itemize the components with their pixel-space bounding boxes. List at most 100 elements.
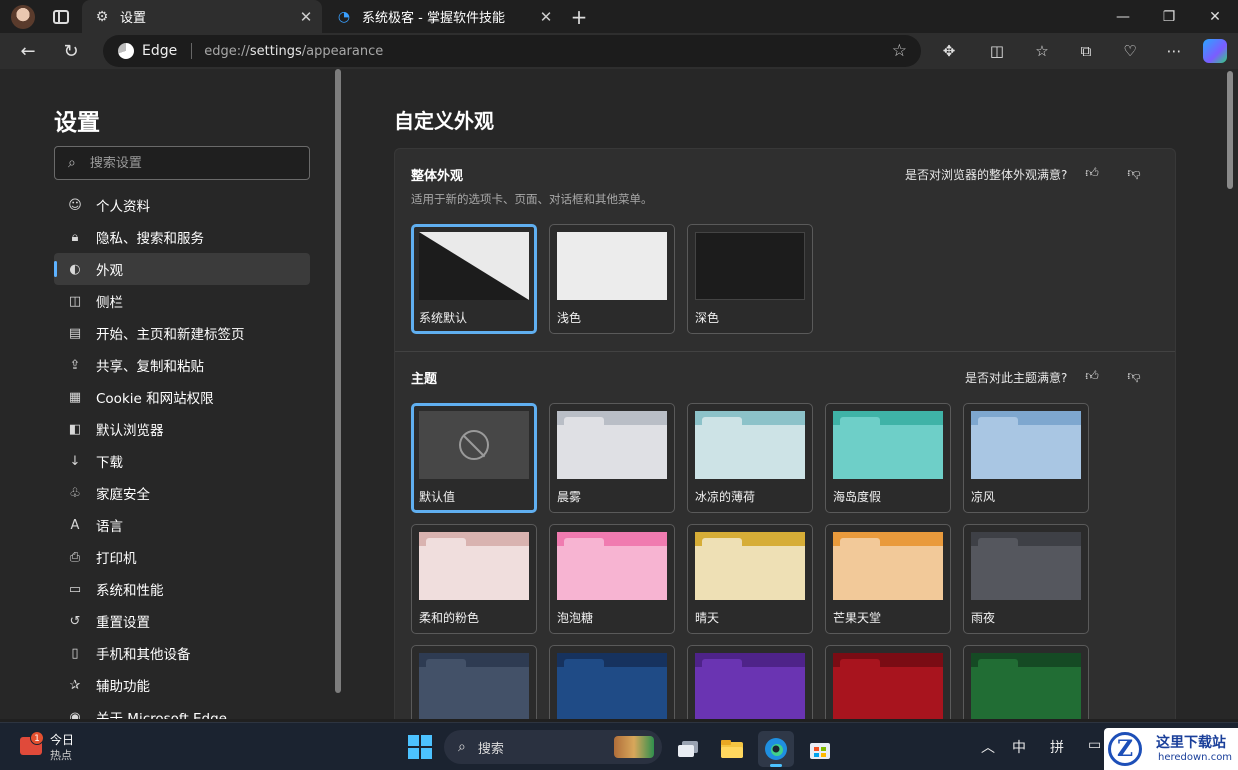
close-window-button[interactable]: ✕	[1192, 0, 1238, 33]
network-icon[interactable]: ▭	[1088, 737, 1101, 753]
system-icon: ▭	[68, 581, 82, 597]
theme-option[interactable]	[687, 645, 813, 719]
sidebar-item[interactable]: ⎙ 打印机	[54, 541, 310, 573]
theme-preview-tab	[978, 417, 1018, 427]
favorite-star-icon[interactable]: ☆	[892, 41, 907, 61]
input-mode-indicator[interactable]: 拼	[1050, 737, 1064, 757]
start-button[interactable]	[408, 735, 432, 759]
theme-option[interactable]: 雨夜	[963, 524, 1089, 634]
file-explorer-icon[interactable]	[714, 731, 750, 767]
minimize-button[interactable]: —	[1100, 0, 1146, 33]
theme-option[interactable]: 凉风	[963, 403, 1089, 513]
thumbs-down-icon[interactable]: 👎︎	[1123, 162, 1145, 184]
settings-sidebar: 设置 ⌕ ☺ 个人资料 🔒︎ 隐私、搜索和服务 ◐ 外观 ◫ 侧栏 ▤ 开始、主页和新建标签页 ⇪ 共…	[0, 69, 342, 719]
sidebar-item[interactable]: ◫ 侧栏	[54, 285, 310, 317]
theme-option[interactable]: 柔和的粉色	[411, 524, 537, 634]
theme-preview-body	[557, 667, 667, 719]
sidebar-item[interactable]: ☺ 个人资料	[54, 189, 310, 221]
sidebar-item-label: 侧栏	[96, 295, 123, 311]
theme-option[interactable]: 泡泡糖	[549, 524, 675, 634]
thumbs-down-icon[interactable]: 👎︎	[1123, 365, 1145, 387]
input-method-indicator[interactable]: 中	[1012, 737, 1026, 757]
sidebar-item-label: 辅助功能	[96, 679, 150, 695]
appearance-option-dark[interactable]: 深色	[687, 224, 813, 334]
tab-site[interactable]: ◔ 系统极客 - 掌握软件技能 ✕	[324, 0, 562, 33]
thumbs-up-icon[interactable]: 👍︎	[1081, 365, 1103, 387]
tab-actions-icon[interactable]	[53, 9, 69, 24]
back-button[interactable]: ←	[14, 37, 42, 65]
sidebar-item[interactable]: ↺ 重置设置	[54, 605, 310, 637]
sidebar-item[interactable]: ▤ 开始、主页和新建标签页	[54, 317, 310, 349]
sidebar-item[interactable]: 🔒︎ 隐私、搜索和服务	[54, 221, 310, 253]
scrollbar-thumb[interactable]	[335, 69, 341, 693]
theme-option[interactable]: 芒果天堂	[825, 524, 951, 634]
theme-preview-tab	[978, 659, 1018, 669]
favorites-icon[interactable]: ☆	[1028, 37, 1056, 65]
restore-button[interactable]: ❐	[1146, 0, 1192, 33]
sidebar-scrollbar[interactable]	[334, 69, 342, 693]
theme-option[interactable]: 冰凉的薄荷	[687, 403, 813, 513]
theme-option[interactable]	[963, 645, 1089, 719]
theme-option[interactable]: 晴天	[687, 524, 813, 634]
more-menu-icon[interactable]: ⋯	[1160, 37, 1188, 65]
sidebar-item[interactable]: ↓ 下载	[54, 445, 310, 477]
browser-essentials-icon[interactable]: ♡	[1116, 37, 1144, 65]
sidebar-item[interactable]: ⇪ 共享、复制和粘贴	[54, 349, 310, 381]
tab-settings[interactable]: ⚙ 设置 ✕	[82, 0, 322, 33]
sidebar-item[interactable]: ◉ 关于 Microsoft Edge	[54, 701, 310, 720]
theme-preview-body	[695, 667, 805, 719]
thumbs-up-icon[interactable]: 👍︎	[1081, 162, 1103, 184]
refresh-button[interactable]: ↻	[57, 37, 85, 65]
sidebar-item[interactable]: ▦ Cookie 和网站权限	[54, 381, 310, 413]
sidebar-item-label: 重置设置	[96, 615, 150, 631]
sidebar-item[interactable]: ◐ 外观	[54, 253, 310, 285]
sidebar-item[interactable]: ♧ 家庭安全	[54, 477, 310, 509]
extensions-icon[interactable]: ✥	[935, 37, 963, 65]
gear-icon: ⚙	[95, 8, 109, 25]
theme-option[interactable]	[411, 645, 537, 719]
appearance-option-system[interactable]: 系统默认	[411, 224, 537, 334]
profile-avatar[interactable]	[11, 4, 35, 29]
address-bar[interactable]: Edge edge://settings/appearance ☆	[103, 35, 921, 67]
scrollbar-thumb[interactable]	[1227, 71, 1233, 189]
cookie-icon: ▦	[68, 389, 82, 405]
sidebar-title: 设置	[54, 110, 100, 136]
copilot-icon[interactable]	[1203, 39, 1227, 63]
collections-icon[interactable]: ⧉	[1072, 37, 1100, 65]
edge-taskbar-icon[interactable]	[758, 731, 794, 767]
sidebar-item[interactable]: ◧ 默认浏览器	[54, 413, 310, 445]
close-icon[interactable]: ✕	[536, 7, 556, 27]
edge-icon: ◉	[69, 709, 81, 720]
theme-option[interactable]	[825, 645, 951, 719]
search-input[interactable]	[89, 155, 290, 171]
theme-option[interactable]: 晨雾	[549, 403, 675, 513]
sidebar-item[interactable]: A 语言	[54, 509, 310, 541]
theme-preview-tab	[840, 659, 880, 669]
option-label: 深色	[695, 311, 720, 325]
taskbar-search[interactable]: ⌕ 搜索	[444, 730, 662, 764]
taskbar: 1 今日 热点 ⌕ 搜索 ︿ 中 拼 ▭	[0, 722, 1238, 770]
weather-widget[interactable]: 1 今日 热点	[18, 731, 108, 763]
sidebar-item[interactable]: ✰ 辅助功能	[54, 669, 310, 701]
store-graphic	[810, 743, 830, 759]
sidebar-nav: ☺ 个人资料 🔒︎ 隐私、搜索和服务 ◐ 外观 ◫ 侧栏 ▤ 开始、主页和新建标签页 ⇪ 共享、复制和…	[54, 189, 310, 719]
store-icon[interactable]	[802, 731, 838, 767]
new-tab-button[interactable]: +	[566, 4, 592, 30]
sidebar-item-label: 共享、复制和粘贴	[96, 359, 204, 375]
sidebar-item[interactable]: ▯ 手机和其他设备	[54, 637, 310, 669]
task-view-icon[interactable]	[670, 731, 706, 767]
main-scrollbar[interactable]	[1226, 69, 1234, 719]
split-screen-icon[interactable]: ◫	[983, 37, 1011, 65]
close-icon[interactable]: ✕	[296, 7, 316, 27]
theme-option[interactable]: 默认值	[411, 403, 537, 513]
theme-preview-tab	[702, 538, 742, 548]
appearance-panel: 自定义外观 整体外观 适用于新的选项卡、页面、对话框和其他菜单。 是否对浏览器的…	[344, 69, 1224, 719]
appearance-option-light[interactable]: 浅色	[549, 224, 675, 334]
theme-label: 泡泡糖	[557, 611, 594, 625]
sidebar-item[interactable]: ▭ 系统和性能	[54, 573, 310, 605]
settings-search[interactable]: ⌕	[54, 146, 310, 180]
chevron-up-icon[interactable]: ︿	[981, 737, 995, 757]
theme-option[interactable]: 海岛度假	[825, 403, 951, 513]
theme-option[interactable]	[549, 645, 675, 719]
palette-icon: ◐	[69, 261, 81, 277]
